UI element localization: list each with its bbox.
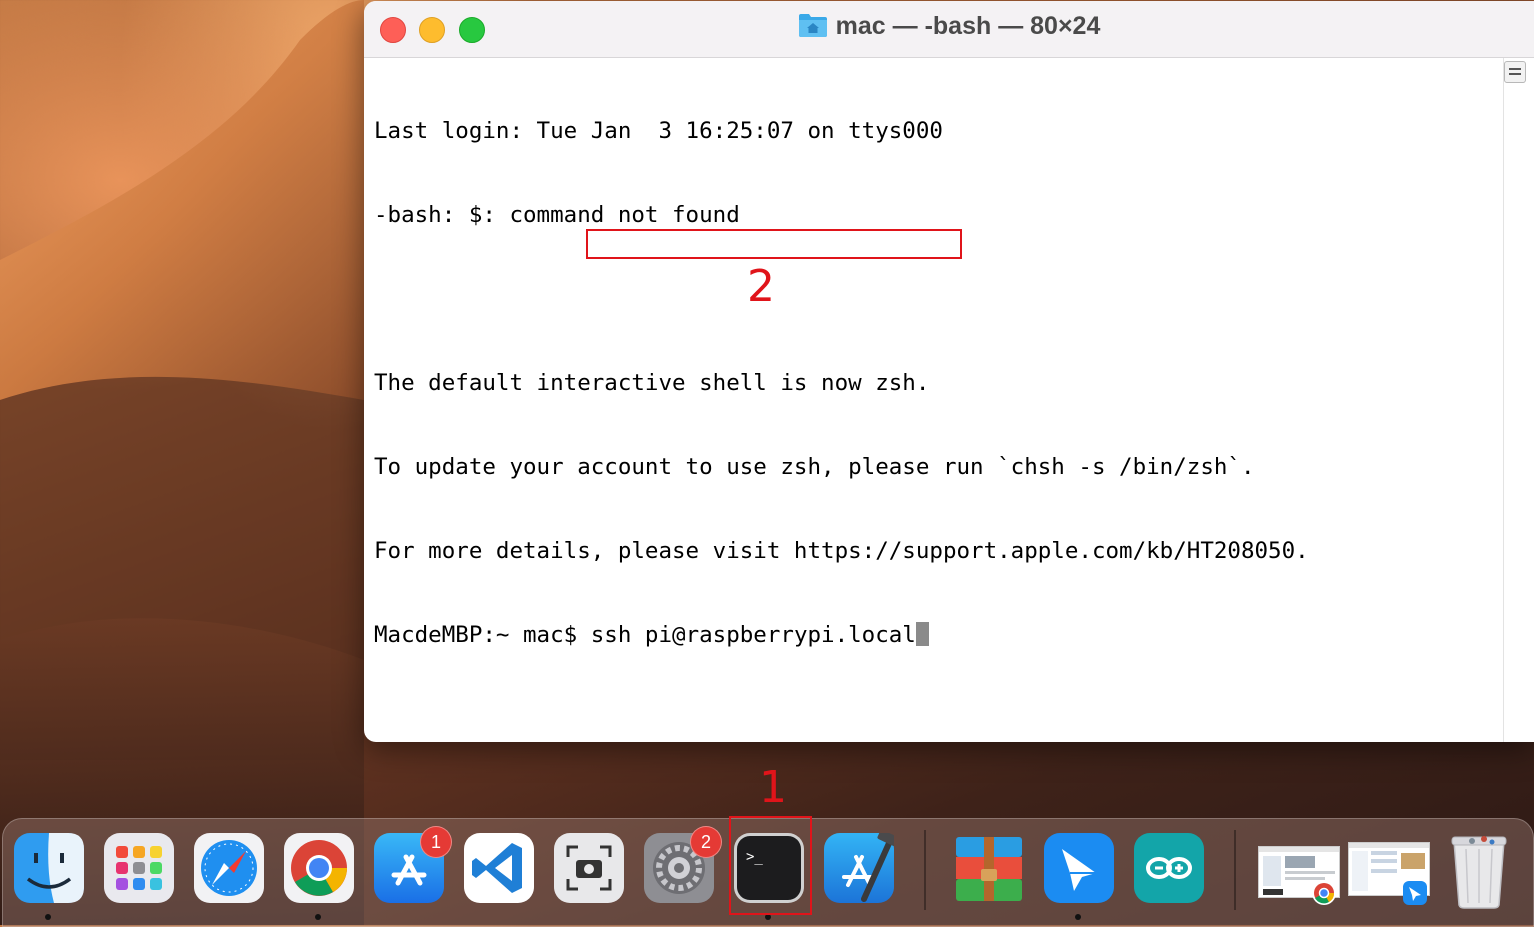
vscode-icon[interactable] (464, 833, 534, 903)
screenshot-icon[interactable] (554, 833, 624, 903)
scroll-track[interactable] (1503, 58, 1534, 742)
step-2-label: 2 (747, 261, 775, 312)
split-pane-icon[interactable] (1504, 61, 1526, 83)
notification-badge: 2 (690, 826, 722, 858)
command-highlight-box (586, 229, 962, 259)
terminal-line: The default interactive shell is now zsh… (374, 370, 930, 396)
dock-separator (1234, 830, 1236, 910)
typed-command[interactable]: ssh pi@raspberrypi.local (591, 622, 916, 648)
archive-icon[interactable] (954, 833, 1024, 903)
terminal-line: -bash: $: command not found (374, 202, 740, 228)
launchpad-icon[interactable] (104, 833, 174, 903)
terminal-line: For more details, please visit https://s… (374, 538, 1309, 564)
trash-icon[interactable] (1444, 833, 1514, 909)
text-cursor (915, 622, 929, 646)
xcode-icon[interactable] (824, 829, 899, 903)
chrome-badge-icon (1312, 881, 1336, 905)
notification-badge: 1 (420, 826, 452, 858)
running-indicator (45, 914, 51, 920)
terminal-highlight-box (729, 816, 812, 915)
feishu-icon[interactable] (1044, 833, 1114, 903)
step-1-label: 1 (759, 762, 787, 813)
terminal-output[interactable]: Last login: Tue Jan 3 16:25:07 on ttys00… (374, 61, 1494, 705)
window-title: mac — -bash — 80×24 (835, 12, 1101, 40)
terminal-line: To update your account to use zsh, pleas… (374, 454, 1255, 480)
title-bar[interactable]: mac — -bash — 80×24 (364, 1, 1534, 58)
safari-icon[interactable] (194, 833, 264, 903)
home-folder-icon (798, 12, 828, 38)
chrome-icon[interactable] (284, 833, 354, 903)
terminal-line: Last login: Tue Jan 3 16:25:07 on ttys00… (374, 118, 943, 144)
running-indicator (1075, 914, 1081, 920)
prompt-line[interactable]: MacdeMBP:~ mac$ ssh pi@raspberrypi.local (374, 621, 1494, 649)
window-title-container: mac — -bash — 80×24 (364, 12, 1534, 41)
feishu-badge-icon (1403, 881, 1427, 905)
dock-separator (924, 830, 926, 910)
arduino-icon[interactable] (1134, 833, 1204, 903)
running-indicator (315, 914, 321, 920)
finder-icon[interactable] (14, 833, 84, 903)
shell-prompt: MacdeMBP:~ mac$ (374, 622, 591, 648)
terminal-window[interactable]: mac — -bash — 80×24 Last login: Tue Jan … (364, 1, 1534, 742)
